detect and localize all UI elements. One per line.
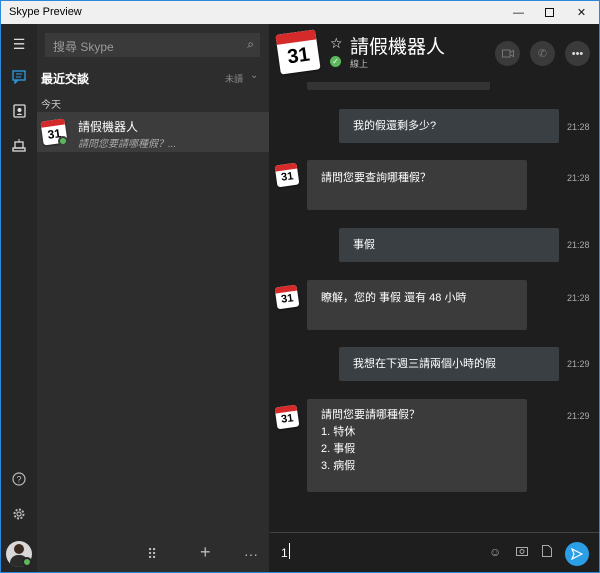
file-icon[interactable]: [542, 545, 552, 560]
media-icon[interactable]: [516, 545, 528, 559]
message-composer[interactable]: 1 ☺: [270, 532, 599, 572]
message-bubble-incoming: 請問您要查詢哪種假？: [307, 160, 527, 210]
video-call-icon: [501, 49, 514, 58]
message-text: 我想在下週三請兩個小時的假: [353, 358, 496, 370]
maximize-icon: [545, 8, 554, 17]
message-line: 請問您要請哪種假？: [321, 409, 420, 421]
online-status: 線上: [350, 59, 369, 69]
skype-window: Skype Preview — ✕ ☰ ? 搜尋 Skype ⌕ 最近交談 未讀…: [0, 0, 600, 573]
favorite-star-icon[interactable]: ☆: [330, 35, 343, 52]
online-check-icon: ✓: [330, 56, 341, 67]
settings-icon[interactable]: [9, 504, 29, 524]
more-button[interactable]: •••: [565, 41, 590, 66]
video-call-button[interactable]: [495, 41, 520, 66]
calendar-number: 31: [280, 412, 295, 426]
bot-avatar: 31: [274, 404, 300, 430]
add-icon[interactable]: +: [200, 542, 211, 563]
message-bubble-incoming: 請問您要請哪種假？ 1. 特休 2. 事假 3. 病假: [307, 399, 527, 492]
message-text: 瞭解，您的 事假 還有 48 小時: [321, 292, 467, 304]
more-icon: •••: [571, 47, 584, 60]
search-placeholder: 搜尋 Skype: [53, 40, 114, 54]
more-options-icon[interactable]: ···: [244, 546, 258, 562]
message-bubble-outgoing: 事假: [339, 228, 559, 262]
message-bubble-partial: [307, 82, 490, 90]
contact-name: 請假機器人: [78, 120, 139, 134]
conversation-item[interactable]: 31 請假機器人 請問您要請哪種假？...: [37, 112, 269, 152]
bot-avatar: 31: [274, 284, 300, 310]
dialpad-icon[interactable]: ⠿: [147, 546, 157, 563]
message-input[interactable]: 1: [281, 546, 288, 560]
audio-call-icon: ✆: [537, 48, 548, 60]
contact-preview: 請問您要請哪種假？...: [78, 139, 177, 150]
message-line: 1. 特休: [321, 426, 356, 438]
filter-dropdown[interactable]: 未讀: [225, 72, 243, 85]
minimize-button[interactable]: —: [503, 1, 534, 24]
window-title: Skype Preview: [9, 6, 82, 18]
message-time: 21:29: [567, 411, 590, 421]
send-button[interactable]: [565, 542, 589, 566]
calendar-number: 31: [286, 43, 312, 69]
user-status-dot: [22, 557, 32, 567]
bot-avatar: 31: [274, 162, 300, 188]
message-time: 21:29: [567, 359, 590, 369]
message-time: 21:28: [567, 173, 590, 183]
chevron-down-icon[interactable]: ⌄: [250, 70, 258, 81]
chat-title: 請假機器人: [350, 37, 446, 58]
bots-icon[interactable]: [9, 135, 29, 155]
recent-heading: 最近交談: [41, 72, 90, 86]
contacts-icon[interactable]: [9, 101, 29, 121]
text-caret: [289, 543, 290, 559]
help-icon[interactable]: ?: [9, 469, 29, 489]
message-text: 請問您要查詢哪種假？: [321, 172, 431, 184]
message-text: 我的假還剩多少?: [353, 120, 437, 132]
close-button[interactable]: ✕: [566, 1, 597, 24]
message-bubble-incoming: 瞭解，您的 事假 還有 48 小時: [307, 280, 527, 330]
hamburger-icon[interactable]: ☰: [9, 34, 29, 54]
title-bar: Skype Preview — ✕: [1, 1, 599, 24]
contact-online-dot: [58, 136, 68, 146]
chat-icon[interactable]: [9, 67, 29, 87]
audio-call-button[interactable]: ✆: [530, 41, 555, 66]
search-icon[interactable]: ⌕: [247, 37, 254, 52]
message-time: 21:28: [567, 122, 590, 132]
svg-text:?: ?: [16, 475, 21, 485]
message-bubble-outgoing: 我的假還剩多少?: [339, 109, 559, 143]
message-time: 21:28: [567, 293, 590, 303]
send-icon: [571, 548, 583, 560]
search-input[interactable]: 搜尋 Skype ⌕: [45, 33, 260, 57]
message-line: 2. 事假: [321, 443, 356, 455]
maximize-button[interactable]: [534, 1, 565, 24]
chat-header: 31 ☆ 請假機器人 ✓ 線上 ✆ •••: [270, 24, 599, 82]
emoji-icon[interactable]: ☺: [489, 545, 501, 559]
calendar-number: 31: [280, 292, 295, 306]
recent-panel: 搜尋 Skype ⌕ 最近交談 未讀 ⌄ 今天 31 請假機器人 請問您要請哪種…: [37, 24, 269, 572]
chat-avatar: 31: [275, 29, 321, 75]
nav-rail: ☰ ?: [1, 24, 37, 572]
message-bubble-outgoing: 我想在下週三請兩個小時的假: [339, 347, 559, 381]
message-text: 事假: [353, 239, 375, 251]
date-group-label: 今天: [41, 100, 61, 111]
message-time: 21:28: [567, 240, 590, 250]
message-line: 3. 病假: [321, 460, 356, 472]
chat-pane: 31 ☆ 請假機器人 ✓ 線上 ✆ ••• 我的假還剩多少? 21:28 31 …: [270, 24, 599, 572]
calendar-number: 31: [280, 170, 295, 184]
